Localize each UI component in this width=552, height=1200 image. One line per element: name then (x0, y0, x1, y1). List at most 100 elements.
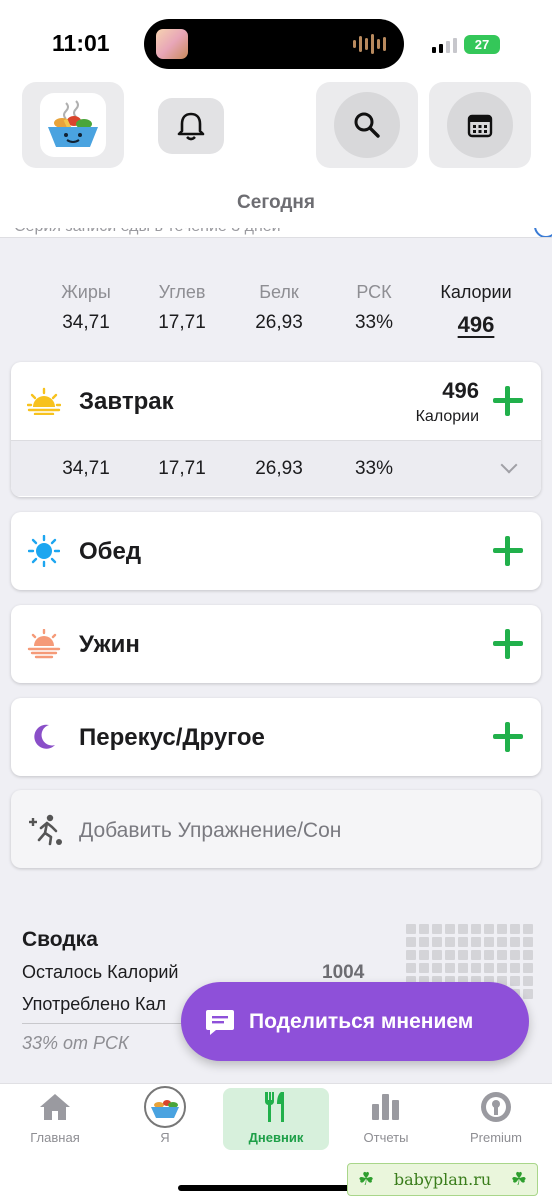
tab-home-label: Главная (30, 1130, 80, 1145)
meal-name-breakfast: Завтрак (79, 388, 174, 415)
running-person-icon (29, 814, 62, 846)
grid-cell (419, 937, 429, 947)
watermark-text: babyplan.ru (393, 1170, 492, 1189)
grid-cell (471, 963, 481, 973)
grid-cell (523, 937, 533, 947)
grid-cell (510, 976, 520, 986)
add-snack-button[interactable] (493, 722, 523, 752)
dynamic-island[interactable] (144, 19, 404, 69)
meal-header-lunch[interactable]: Обед (11, 512, 541, 590)
grid-cell (458, 924, 468, 934)
share-feedback-label: Поделиться мнением (249, 1009, 474, 1033)
sun-icon (27, 535, 61, 567)
breakfast-calories: 496 (442, 378, 479, 403)
status-time: 11:01 (52, 30, 110, 56)
chevron-down-icon[interactable] (500, 456, 518, 474)
breakfast-calories-label: Калории (415, 408, 479, 425)
home-indicator[interactable] (178, 1185, 374, 1191)
audio-wave-icon (353, 34, 386, 54)
meal-name-dinner: Ужин (79, 631, 140, 658)
add-lunch-button[interactable] (493, 536, 523, 566)
add-breakfast-button[interactable] (493, 386, 523, 416)
grid-cell (523, 976, 533, 986)
search-button[interactable] (316, 82, 418, 168)
grid-cell (510, 937, 520, 947)
grid-cell (432, 950, 442, 960)
breakfast-macros-row[interactable]: 34,71 17,71 26,93 33% (11, 440, 541, 496)
grid-cell (445, 937, 455, 947)
daily-totals: Жиры 34,71 Углев 17,71 Белк 26,93 РСК 33… (0, 282, 552, 342)
grid-cell (445, 963, 455, 973)
total-calories-value[interactable]: 496 (416, 312, 536, 338)
tab-diary[interactable]: Дневник (223, 1088, 329, 1150)
breakfast-rsk: 33% (354, 458, 394, 479)
grid-cell (523, 963, 533, 973)
grid-cell (445, 950, 455, 960)
grid-cell (510, 950, 520, 960)
grid-cell (510, 924, 520, 934)
meal-card-dinner[interactable]: Ужин (11, 605, 541, 683)
grid-cell (458, 963, 468, 973)
fork-knife-icon (223, 1088, 329, 1126)
grid-cell (497, 963, 507, 973)
home-icon (2, 1088, 108, 1126)
app-logo-button[interactable] (22, 82, 124, 168)
grid-cell (419, 963, 429, 973)
streak-banner[interactable]: Серия записи еды в течение 3 дней (0, 228, 552, 238)
tab-diary-label: Дневник (248, 1130, 304, 1145)
bell-icon (177, 112, 205, 141)
grid-cell (471, 950, 481, 960)
clover-icon: ☘ (358, 1169, 375, 1189)
calendar-button[interactable] (429, 82, 531, 168)
add-exercise-button[interactable]: Добавить Упражнение/Сон (11, 790, 541, 868)
tab-premium[interactable]: Premium (443, 1088, 549, 1150)
grid-cell (484, 937, 494, 947)
grid-cell (445, 924, 455, 934)
grid-cell (406, 963, 416, 973)
grid-cell (523, 950, 533, 960)
meal-header-dinner[interactable]: Ужин (11, 605, 541, 683)
meal-card-snack[interactable]: Перекус/Другое (11, 698, 541, 776)
tab-reports-label: Отчеты (363, 1130, 409, 1145)
grid-cell (484, 963, 494, 973)
meal-header-snack[interactable]: Перекус/Другое (11, 698, 541, 776)
remaining-calories-label: Осталось Калорий (22, 962, 179, 982)
grid-cell (432, 963, 442, 973)
premium-badge-icon (443, 1088, 549, 1126)
meal-name-snack: Перекус/Другое (79, 724, 265, 751)
tab-home[interactable]: Главная (2, 1088, 108, 1150)
meal-card-breakfast[interactable]: Завтрак 496 Калории 34,71 17,71 26,93 33… (11, 362, 541, 497)
page-title[interactable]: Сегодня (0, 192, 552, 214)
share-feedback-button[interactable]: Поделиться мнением (181, 982, 529, 1061)
moon-icon (27, 721, 61, 753)
clover-icon: ☘ (510, 1169, 527, 1189)
info-icon[interactable] (534, 228, 552, 237)
tab-me-label: Я (160, 1130, 170, 1145)
search-icon (354, 112, 380, 138)
grid-cell (497, 950, 507, 960)
total-calories[interactable]: Калории 496 (416, 282, 536, 338)
cellular-signal-icon (432, 38, 457, 53)
bar-chart-icon (333, 1088, 439, 1126)
remaining-calories-value: 1004 (322, 962, 365, 983)
watermark: ☘ babyplan.ru ☘ (347, 1163, 538, 1196)
grid-cell (523, 989, 533, 999)
calendar-button-circle (447, 92, 513, 158)
search-button-circle (334, 92, 400, 158)
total-calories-label: Калории (440, 282, 512, 302)
grid-cell (523, 924, 533, 934)
tab-me[interactable]: Я (112, 1086, 218, 1150)
meal-header-breakfast[interactable]: Завтрак 496 Калории (11, 362, 541, 440)
now-playing-thumbnail (156, 29, 188, 59)
add-dinner-button[interactable] (493, 629, 523, 659)
header: Сегодня Серия записи еды в течение 3 дне… (0, 78, 552, 238)
summary-title: Сводка (22, 928, 98, 951)
diary-content[interactable]: Жиры 34,71 Углев 17,71 Белк 26,93 РСК 33… (0, 238, 552, 1083)
grid-cell (497, 924, 507, 934)
tab-reports[interactable]: Отчеты (333, 1088, 439, 1150)
grid-cell (432, 937, 442, 947)
notifications-button[interactable] (158, 98, 224, 154)
grid-cell (471, 937, 481, 947)
meal-card-lunch[interactable]: Обед (11, 512, 541, 590)
grid-cell (406, 924, 416, 934)
